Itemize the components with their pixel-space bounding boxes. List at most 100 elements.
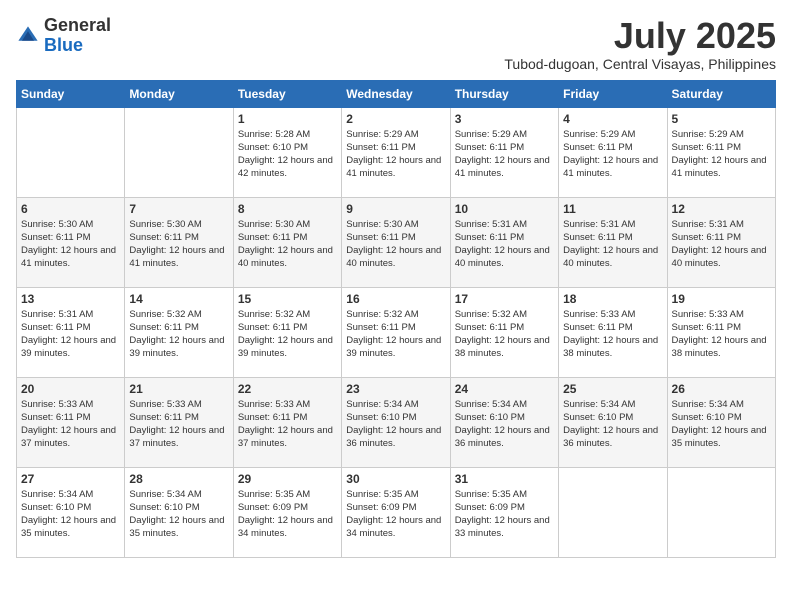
- day-info: Sunrise: 5:31 AMSunset: 6:11 PMDaylight:…: [455, 218, 554, 271]
- table-row: 31 Sunrise: 5:35 AMSunset: 6:09 PMDayligh…: [450, 467, 558, 557]
- table-row: 25 Sunrise: 5:34 AMSunset: 6:10 PMDayligh…: [559, 377, 667, 467]
- table-row: 30Sunrise: 5:35 AMSunset: 6:09 PMDayligh…: [342, 467, 450, 557]
- table-row: 21 Sunrise: 5:33 AMSunset: 6:11 PMDayligh…: [125, 377, 233, 467]
- day-info: Sunrise: 5:32 AMSunset: 6:11 PMDaylight:…: [346, 308, 445, 361]
- day-number: 26: [672, 382, 771, 396]
- table-row: 1 Sunrise: 5:28 AMSunset: 6:10 PMDaylight…: [233, 107, 341, 197]
- table-row: 20Sunrise: 5:33 AMSunset: 6:11 PMDayligh…: [17, 377, 125, 467]
- table-row: [17, 107, 125, 197]
- day-info: Sunrise: 5:33 AMSunset: 6:11 PMDaylight:…: [129, 398, 228, 451]
- day-info: Sunrise: 5:30 AMSunset: 6:11 PMDaylight:…: [129, 218, 228, 271]
- day-info: Sunrise: 5:32 AMSunset: 6:11 PMDaylight:…: [238, 308, 337, 361]
- day-info: Sunrise: 5:30 AMSunset: 6:11 PMDaylight:…: [238, 218, 337, 271]
- table-row: 19Sunrise: 5:33 AMSunset: 6:11 PMDayligh…: [667, 287, 775, 377]
- table-row: 14 Sunrise: 5:32 AMSunset: 6:11 PMDayligh…: [125, 287, 233, 377]
- day-info: Sunrise: 5:32 AMSunset: 6:11 PMDaylight:…: [129, 308, 228, 361]
- table-row: 6Sunrise: 5:30 AMSunset: 6:11 PMDaylight…: [17, 197, 125, 287]
- header-monday: Monday: [125, 80, 233, 107]
- day-number: 25: [563, 382, 662, 396]
- day-info: Sunrise: 5:33 AMSunset: 6:11 PMDaylight:…: [672, 308, 771, 361]
- table-row: 22 Sunrise: 5:33 AMSunset: 6:11 PMDayligh…: [233, 377, 341, 467]
- day-number: 31: [455, 472, 554, 486]
- day-number: 15: [238, 292, 337, 306]
- table-row: 2 Sunrise: 5:29 AMSunset: 6:11 PMDaylight…: [342, 107, 450, 197]
- logo: General Blue: [16, 16, 111, 56]
- title-block: July 2025 Tubod-dugoan, Central Visayas,…: [504, 16, 776, 72]
- table-row: 13Sunrise: 5:31 AMSunset: 6:11 PMDayligh…: [17, 287, 125, 377]
- calendar-body: 1 Sunrise: 5:28 AMSunset: 6:10 PMDaylight…: [17, 107, 776, 557]
- day-number: 20: [21, 382, 120, 396]
- day-number: 27: [21, 472, 120, 486]
- table-row: 17Sunrise: 5:32 AMSunset: 6:11 PMDayligh…: [450, 287, 558, 377]
- header-saturday: Saturday: [667, 80, 775, 107]
- calendar-header: Sunday Monday Tuesday Wednesday Thursday…: [17, 80, 776, 107]
- day-info: Sunrise: 5:29 AMSunset: 6:11 PMDaylight:…: [346, 128, 445, 181]
- day-number: 9: [346, 202, 445, 216]
- day-number: 10: [455, 202, 554, 216]
- header-friday: Friday: [559, 80, 667, 107]
- day-info: Sunrise: 5:29 AMSunset: 6:11 PMDaylight:…: [672, 128, 771, 181]
- day-number: 3: [455, 112, 554, 126]
- day-number: 1: [238, 112, 337, 126]
- day-info: Sunrise: 5:35 AMSunset: 6:09 PMDaylight:…: [346, 488, 445, 541]
- day-info: Sunrise: 5:34 AMSunset: 6:10 PMDaylight:…: [672, 398, 771, 451]
- header-thursday: Thursday: [450, 80, 558, 107]
- logo-blue: Blue: [44, 35, 83, 55]
- day-info: Sunrise: 5:32 AMSunset: 6:11 PMDaylight:…: [455, 308, 554, 361]
- page-header: General Blue July 2025 Tubod-dugoan, Cen…: [16, 16, 776, 72]
- day-number: 16: [346, 292, 445, 306]
- day-number: 8: [238, 202, 337, 216]
- table-row: 8 Sunrise: 5:30 AMSunset: 6:11 PMDaylight…: [233, 197, 341, 287]
- day-number: 2: [346, 112, 445, 126]
- logo-icon: [16, 24, 40, 48]
- day-info: Sunrise: 5:35 AMSunset: 6:09 PMDaylight:…: [238, 488, 337, 541]
- day-info: Sunrise: 5:33 AMSunset: 6:11 PMDaylight:…: [238, 398, 337, 451]
- location-title: Tubod-dugoan, Central Visayas, Philippin…: [504, 56, 776, 72]
- table-row: 10 Sunrise: 5:31 AMSunset: 6:11 PMDayligh…: [450, 197, 558, 287]
- month-title: July 2025: [504, 16, 776, 56]
- day-number: 5: [672, 112, 771, 126]
- table-row: 3 Sunrise: 5:29 AMSunset: 6:11 PMDaylight…: [450, 107, 558, 197]
- table-row: 9 Sunrise: 5:30 AMSunset: 6:11 PMDaylight…: [342, 197, 450, 287]
- day-number: 7: [129, 202, 228, 216]
- table-row: 18 Sunrise: 5:33 AMSunset: 6:11 PMDayligh…: [559, 287, 667, 377]
- table-row: [667, 467, 775, 557]
- table-row: 16 Sunrise: 5:32 AMSunset: 6:11 PMDayligh…: [342, 287, 450, 377]
- table-row: 11Sunrise: 5:31 AMSunset: 6:11 PMDayligh…: [559, 197, 667, 287]
- day-number: 22: [238, 382, 337, 396]
- table-row: 24Sunrise: 5:34 AMSunset: 6:10 PMDayligh…: [450, 377, 558, 467]
- day-info: Sunrise: 5:31 AMSunset: 6:11 PMDaylight:…: [672, 218, 771, 271]
- header-sunday: Sunday: [17, 80, 125, 107]
- table-row: 5 Sunrise: 5:29 AMSunset: 6:11 PMDaylight…: [667, 107, 775, 197]
- day-info: Sunrise: 5:30 AMSunset: 6:11 PMDaylight:…: [21, 218, 120, 271]
- day-number: 18: [563, 292, 662, 306]
- table-row: 12 Sunrise: 5:31 AMSunset: 6:11 PMDayligh…: [667, 197, 775, 287]
- day-number: 12: [672, 202, 771, 216]
- day-number: 13: [21, 292, 120, 306]
- table-row: [559, 467, 667, 557]
- day-number: 23: [346, 382, 445, 396]
- day-number: 14: [129, 292, 228, 306]
- day-info: Sunrise: 5:29 AMSunset: 6:11 PMDaylight:…: [455, 128, 554, 181]
- table-row: 26 Sunrise: 5:34 AMSunset: 6:10 PMDayligh…: [667, 377, 775, 467]
- calendar-table: Sunday Monday Tuesday Wednesday Thursday…: [16, 80, 776, 558]
- day-info: Sunrise: 5:34 AMSunset: 6:10 PMDaylight:…: [129, 488, 228, 541]
- day-info: Sunrise: 5:34 AMSunset: 6:10 PMDaylight:…: [346, 398, 445, 451]
- table-row: 15 Sunrise: 5:32 AMSunset: 6:11 PMDayligh…: [233, 287, 341, 377]
- day-info: Sunrise: 5:34 AMSunset: 6:10 PMDaylight:…: [455, 398, 554, 451]
- table-row: 28 Sunrise: 5:34 AMSunset: 6:10 PMDayligh…: [125, 467, 233, 557]
- day-info: Sunrise: 5:34 AMSunset: 6:10 PMDaylight:…: [21, 488, 120, 541]
- day-number: 4: [563, 112, 662, 126]
- day-info: Sunrise: 5:31 AMSunset: 6:11 PMDaylight:…: [563, 218, 662, 271]
- header-wednesday: Wednesday: [342, 80, 450, 107]
- day-number: 28: [129, 472, 228, 486]
- header-tuesday: Tuesday: [233, 80, 341, 107]
- day-info: Sunrise: 5:34 AMSunset: 6:10 PMDaylight:…: [563, 398, 662, 451]
- day-number: 21: [129, 382, 228, 396]
- day-info: Sunrise: 5:30 AMSunset: 6:11 PMDaylight:…: [346, 218, 445, 271]
- day-info: Sunrise: 5:28 AMSunset: 6:10 PMDaylight:…: [238, 128, 337, 181]
- day-info: Sunrise: 5:33 AMSunset: 6:11 PMDaylight:…: [563, 308, 662, 361]
- table-row: 27 Sunrise: 5:34 AMSunset: 6:10 PMDayligh…: [17, 467, 125, 557]
- table-row: 7 Sunrise: 5:30 AMSunset: 6:11 PMDaylight…: [125, 197, 233, 287]
- day-info: Sunrise: 5:35 AMSunset: 6:09 PMDaylight:…: [455, 488, 554, 541]
